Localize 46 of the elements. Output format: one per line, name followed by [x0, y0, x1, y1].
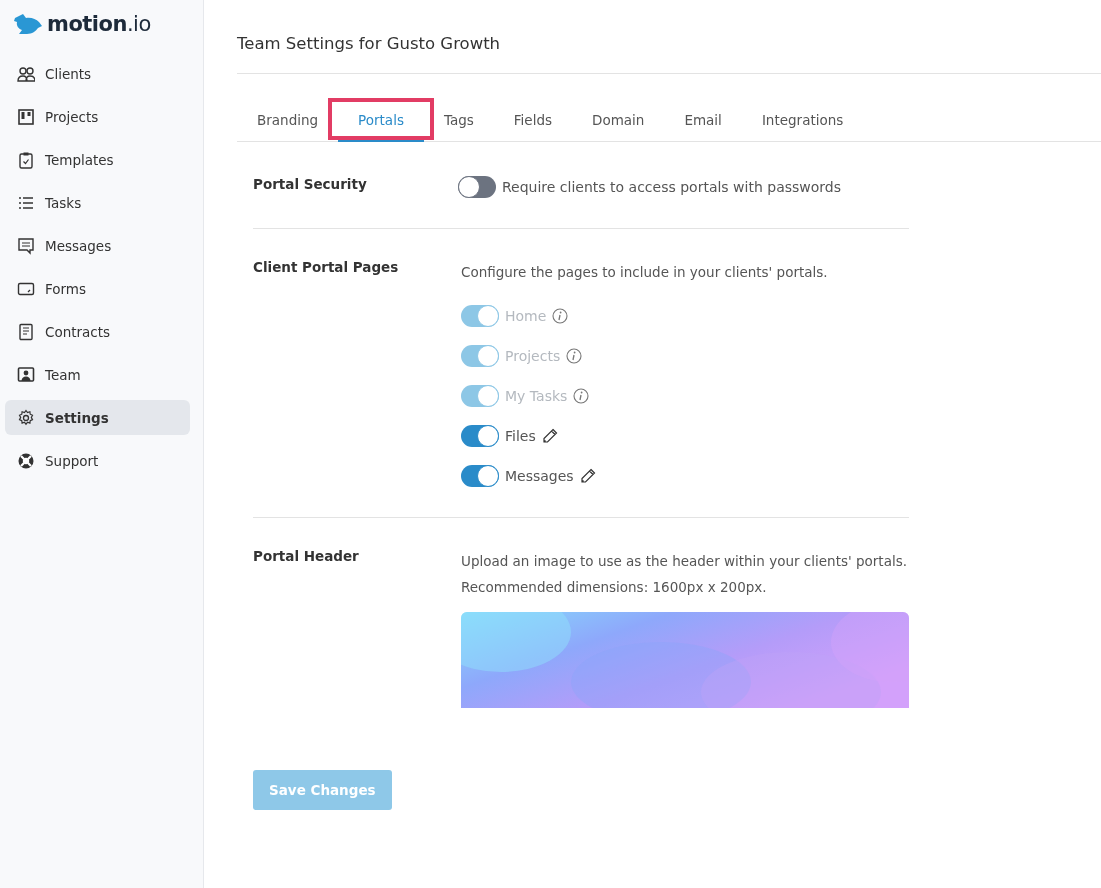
sidebar-item[interactable]: Projects — [5, 99, 190, 134]
page-title: Team Settings for Gusto Growth — [237, 0, 1101, 74]
clipboard-icon — [17, 150, 35, 169]
info-icon[interactable] — [573, 388, 590, 404]
tab[interactable]: Portals — [338, 104, 424, 142]
tab[interactable]: Email — [664, 104, 742, 142]
settings-icon — [17, 408, 35, 427]
logo-text: motion.io — [47, 12, 151, 36]
tab[interactable]: Branding — [237, 104, 339, 142]
tab[interactable]: Integrations — [741, 104, 864, 142]
toggle-switch[interactable] — [461, 465, 499, 487]
chat-icon — [17, 236, 35, 255]
info-icon[interactable] — [566, 348, 583, 364]
toggle-label: Require clients to access portals with passwords — [502, 179, 842, 195]
page-label: Projects — [505, 348, 561, 364]
sidebar-item[interactable]: Forms — [5, 271, 190, 306]
section-label: Portal Security — [253, 176, 368, 194]
document-icon — [17, 322, 35, 341]
sidebar-item[interactable]: Settings — [5, 400, 190, 435]
tab[interactable]: Fields — [493, 104, 572, 142]
sidebar-item[interactable]: Team — [5, 357, 190, 392]
section-description: Configure the pages to include in your clients' portals. — [461, 263, 829, 282]
page-label: Files — [505, 428, 536, 444]
section-label: Portal Header — [253, 548, 360, 566]
person-icon — [17, 365, 35, 384]
sidebar-item[interactable]: Clients — [5, 56, 190, 91]
people-icon — [17, 64, 35, 83]
sidebar-item[interactable]: Contracts — [5, 314, 190, 349]
section-label: Client Portal Pages — [253, 259, 400, 277]
board-icon — [17, 107, 35, 126]
sidebar-item[interactable]: Templates — [5, 142, 190, 177]
toggle-switch[interactable] — [458, 176, 496, 198]
toggle-switch[interactable] — [461, 425, 499, 447]
tab[interactable]: Domain — [572, 104, 665, 142]
lifebuoy-icon — [17, 451, 35, 470]
pencil-icon[interactable] — [541, 428, 558, 444]
page-label: Messages — [505, 468, 574, 484]
pencil-icon[interactable] — [579, 468, 596, 484]
page-label: Home — [505, 308, 547, 324]
sidebar-item[interactable]: Support — [5, 443, 190, 478]
sidebar-item[interactable]: Messages — [5, 228, 190, 263]
page-label: My Tasks — [505, 388, 568, 404]
sidebar-item[interactable]: Tasks — [5, 185, 190, 220]
info-icon[interactable] — [552, 308, 569, 324]
section-description: Upload an image to use as the header within your clients' portals. Recommended dimensions: 1600px x 200px. — [461, 552, 908, 597]
tab[interactable]: Tags — [423, 104, 494, 142]
